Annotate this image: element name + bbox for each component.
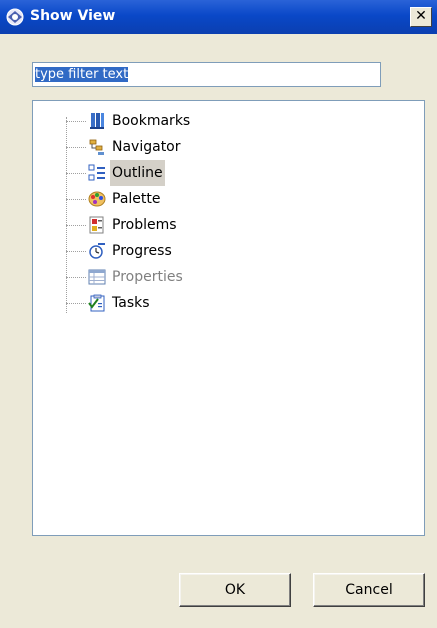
title-bar[interactable]: Show View ✕ (0, 0, 437, 34)
outline-icon (88, 164, 105, 181)
palette-icon (88, 191, 106, 207)
tree-item-label: Properties (112, 269, 183, 285)
cancel-button[interactable]: Cancel (313, 573, 425, 607)
navigator-icon (89, 139, 104, 155)
ok-button[interactable]: OK (179, 573, 291, 607)
tree-item-label: Problems (112, 217, 177, 233)
window-title: Show View (30, 8, 116, 24)
bookmarks-icon (90, 113, 104, 129)
eclipse-view-icon (6, 8, 24, 26)
progress-icon (89, 243, 105, 259)
close-button[interactable]: ✕ (410, 7, 432, 27)
tree-item-label: Palette (112, 191, 161, 207)
tree-item-label: Bookmarks (112, 113, 191, 129)
tree-item-label: Outline (110, 160, 165, 186)
tasks-icon (88, 294, 105, 312)
problems-icon (89, 216, 104, 234)
tree-item-label: Navigator (112, 139, 181, 155)
tree-item-label: Tasks (112, 295, 150, 311)
filter-text: type filter text (35, 67, 129, 82)
view-tree[interactable]: Bookmarks Navigator Outline Palette Prob… (32, 100, 425, 536)
filter-input[interactable]: type filter text (32, 62, 381, 87)
tree-item-label: Progress (112, 243, 172, 259)
properties-icon (88, 269, 106, 285)
show-view-dialog: Show View ✕ type filter text Bookmarks N… (0, 0, 437, 628)
